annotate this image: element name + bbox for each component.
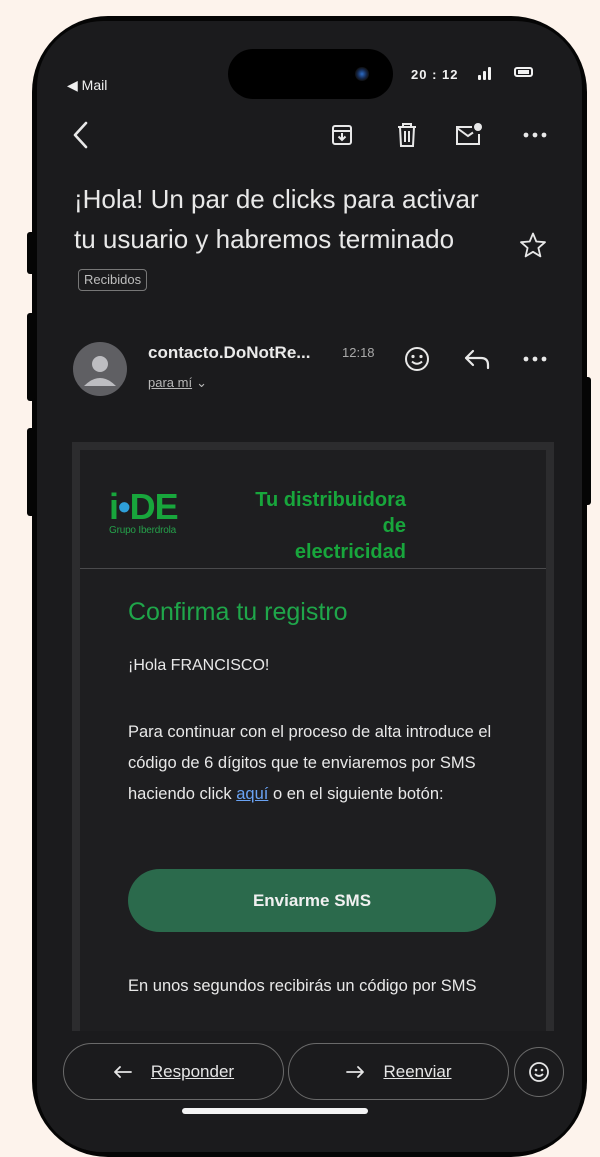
tagline-line-1: Tu distribuidora de bbox=[255, 489, 406, 537]
star-icon[interactable] bbox=[519, 231, 547, 264]
status-time: 20 : 12 bbox=[411, 67, 459, 82]
back-arrow-icon[interactable] bbox=[63, 117, 99, 153]
here-link[interactable]: aquí bbox=[236, 785, 268, 803]
email-body-card: i•DE Grupo Iberdrola Tu distribuidora de… bbox=[72, 442, 554, 1062]
side-button-left-1 bbox=[27, 232, 35, 274]
email-content: i•DE Grupo Iberdrola Tu distribuidora de… bbox=[80, 450, 546, 1062]
greeting: ¡Hola FRANCISCO! bbox=[128, 657, 270, 674]
sender-name[interactable]: contacto.DoNotRe... bbox=[148, 343, 310, 363]
mark-unread-icon[interactable] bbox=[451, 117, 487, 153]
back-to-mail-link[interactable]: ◀ Mail bbox=[67, 77, 107, 94]
brand-tagline: Tu distribuidora de electricidad bbox=[230, 487, 406, 565]
reply-arrow-icon bbox=[114, 1065, 132, 1078]
message-more-icon[interactable] bbox=[517, 341, 553, 377]
side-button-right bbox=[583, 377, 591, 505]
recipient-toggle[interactable]: para mí ⌄ bbox=[148, 375, 207, 391]
email-paragraph: Para continuar con el proceso de alta in… bbox=[128, 717, 508, 810]
email-time: 12:18 bbox=[342, 345, 375, 360]
status-bar: ◀ Mail 20 : 12 bbox=[37, 21, 582, 101]
chevron-down-icon: ⌄ bbox=[196, 375, 207, 390]
battery-icon bbox=[514, 67, 533, 77]
email-heading: Confirma tu registro bbox=[128, 598, 348, 626]
smiley-icon bbox=[529, 1062, 549, 1082]
forward-button[interactable]: Reenviar bbox=[288, 1043, 509, 1100]
reply-action-bar: Responder Reenviar bbox=[37, 1031, 582, 1152]
tagline-line-2: electricidad bbox=[294, 541, 406, 563]
phone-screen: ◀ Mail 20 : 12 ¡Hola! Un par de clicks p… bbox=[37, 21, 582, 1152]
emoji-reaction-icon[interactable] bbox=[399, 341, 435, 377]
emoji-button[interactable] bbox=[514, 1047, 564, 1097]
side-button-left-3 bbox=[27, 428, 35, 516]
body-text-after: o en el siguiente botón: bbox=[268, 785, 444, 803]
signal-icon bbox=[478, 66, 494, 80]
email-subject: ¡Hola! Un par de clicks para activar tu … bbox=[74, 179, 494, 299]
sender-avatar[interactable] bbox=[73, 342, 127, 396]
header-divider bbox=[80, 568, 546, 569]
forward-label: Reenviar bbox=[383, 1061, 452, 1081]
logo-subtext: Grupo Iberdrola bbox=[109, 525, 177, 536]
side-button-left-2 bbox=[27, 313, 35, 401]
inbox-label[interactable]: Recibidos bbox=[78, 269, 148, 291]
logo-dot: • bbox=[118, 486, 131, 527]
subject-text: ¡Hola! Un par de clicks para activar tu … bbox=[74, 184, 479, 254]
camera-icon bbox=[355, 67, 369, 81]
footer-text: En unos segundos recibirás un código por… bbox=[128, 977, 477, 995]
dynamic-island bbox=[228, 49, 393, 99]
recipient-text: para mí bbox=[148, 375, 193, 390]
home-indicator[interactable] bbox=[182, 1108, 368, 1114]
reply-label: Responder bbox=[150, 1061, 235, 1081]
logo-text: i•DE bbox=[109, 486, 179, 527]
archive-icon[interactable] bbox=[324, 117, 360, 153]
send-sms-button[interactable]: Enviarme SMS bbox=[128, 869, 496, 932]
more-options-icon[interactable] bbox=[517, 117, 553, 153]
ide-logo: i•DE Grupo Iberdrola bbox=[109, 486, 179, 537]
reply-icon[interactable] bbox=[459, 341, 495, 377]
reply-button[interactable]: Responder bbox=[63, 1043, 284, 1100]
delete-icon[interactable] bbox=[389, 117, 425, 153]
forward-arrow-icon bbox=[346, 1065, 365, 1078]
toolbar bbox=[37, 117, 582, 161]
